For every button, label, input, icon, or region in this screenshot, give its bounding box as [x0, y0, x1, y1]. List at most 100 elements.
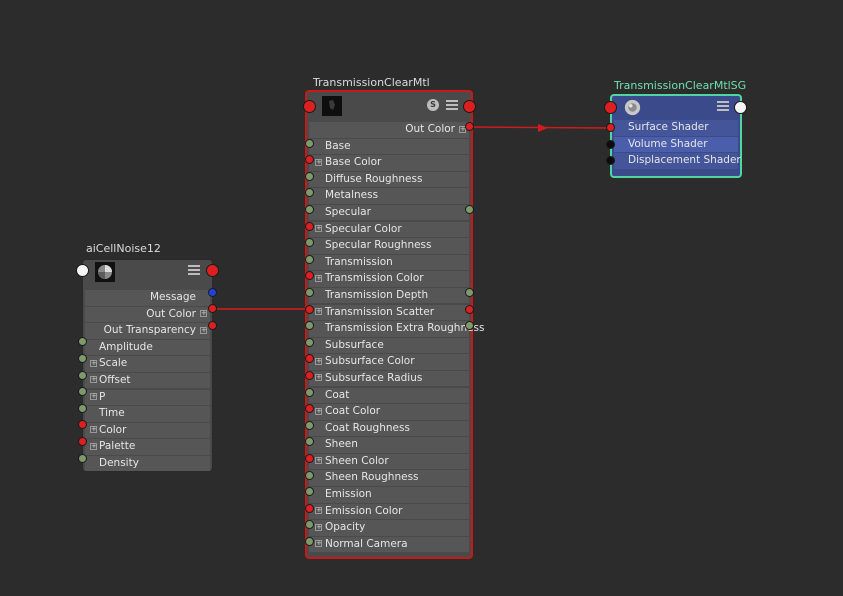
cellnoise-title[interactable]: aiCellNoise12: [86, 242, 161, 255]
material-port-transmission-depth[interactable]: [305, 288, 314, 297]
shading-group-port-surface-shader[interactable]: [606, 123, 615, 132]
material-input-specular-color[interactable]: Specular Color +: [309, 221, 469, 238]
cellnoise-port-scale[interactable]: [78, 353, 87, 363]
material-port-coat[interactable]: [305, 387, 314, 397]
material-port-diffuse-roughness[interactable]: [305, 171, 314, 181]
expand-plus-icon[interactable]: +: [315, 158, 322, 166]
material-port-sheen-roughness[interactable]: [305, 470, 314, 480]
material-input-coat[interactable]: Coat: [309, 387, 469, 403]
material-input-coat-roughness[interactable]: Coat Roughness: [309, 420, 469, 437]
attribute-menu-icon[interactable]: [717, 101, 729, 111]
material-port-base[interactable]: [305, 138, 314, 148]
material-port-specular[interactable]: [305, 205, 314, 214]
cellnoise-input-offset[interactable]: Offset +: [85, 372, 210, 389]
cellnoise-output-out-transparency[interactable]: Out Transparency +: [85, 323, 210, 339]
material-output-out-color[interactable]: Out Color +: [309, 122, 469, 138]
attribute-menu-icon[interactable]: [446, 100, 458, 110]
material-input-specular-roughness[interactable]: Specular Roughness: [309, 238, 469, 254]
material-out-port-transmission-depth[interactable]: [465, 288, 474, 297]
material-port-subsurface-radius[interactable]: [305, 371, 314, 380]
expand-plus-icon[interactable]: +: [315, 457, 322, 465]
material-input-metalness[interactable]: Metalness: [309, 188, 469, 204]
material-input-diffuse-roughness[interactable]: Diffuse Roughness: [309, 171, 469, 188]
cellnoise-input-density[interactable]: Density: [85, 455, 210, 472]
material-port-specular-color[interactable]: [305, 221, 314, 231]
material-port-normal-camera[interactable]: [305, 537, 314, 546]
shading-group-port-volume-shader[interactable]: [606, 139, 615, 149]
cellnoise-port-density[interactable]: [78, 453, 87, 463]
expand-plus-icon[interactable]: +: [315, 507, 322, 515]
material-input-transmission-extra-roughness[interactable]: Transmission Extra Roughness: [309, 321, 485, 337]
material-input-sheen-color[interactable]: Sheen Color +: [309, 453, 469, 470]
cellnoise-output-port[interactable]: [206, 264, 219, 277]
expand-plus-icon[interactable]: +: [90, 359, 97, 367]
material-input-subsurface-radius[interactable]: Subsurface Radius +: [309, 370, 469, 387]
material-input-port[interactable]: [303, 100, 316, 113]
material-input-emission-color[interactable]: Emission Color +: [309, 503, 469, 520]
material-input-transmission-color[interactable]: Transmission Color +: [309, 271, 469, 287]
shading-group-node[interactable]: Surface Shader Volume Shader Displacement …: [610, 94, 742, 178]
expand-plus-icon[interactable]: +: [315, 523, 322, 531]
cellnoise-input-amplitude[interactable]: Amplitude: [85, 339, 210, 356]
cellnoise-port-out-transparency[interactable]: [208, 320, 217, 330]
material-input-normal-camera[interactable]: Normal Camera +: [309, 536, 469, 553]
expand-plus-icon[interactable]: +: [315, 274, 322, 282]
cellnoise-port-time[interactable]: [78, 403, 87, 413]
attribute-menu-icon[interactable]: [188, 265, 200, 275]
material-input-transmission-depth[interactable]: Transmission Depth: [309, 287, 469, 304]
shading-group-input-volume-shader[interactable]: Volume Shader: [614, 136, 738, 153]
expand-plus-icon[interactable]: +: [315, 374, 322, 382]
expand-plus-icon[interactable]: +: [315, 225, 322, 233]
material-title[interactable]: TransmissionClearMtl: [313, 76, 430, 89]
expand-plus-icon[interactable]: +: [90, 376, 97, 384]
material-input-sheen[interactable]: Sheen: [309, 437, 469, 453]
material-input-base-color[interactable]: Base Color +: [309, 155, 469, 171]
cellnoise-output-out-color[interactable]: Out Color +: [85, 306, 210, 323]
material-out-port-transmission-scatter[interactable]: [465, 304, 474, 314]
expand-plus-icon[interactable]: +: [90, 442, 97, 450]
cellnoise-input-palette[interactable]: Palette +: [85, 439, 210, 455]
cellnoise-output-message[interactable]: Message: [85, 290, 210, 306]
expand-plus-icon[interactable]: +: [315, 407, 322, 415]
cellnoise-node[interactable]: Message Out Color + Out Transparency + Amplit…: [82, 259, 213, 472]
cellnoise-input-color[interactable]: Color +: [85, 422, 210, 439]
shading-group-output-port[interactable]: [734, 101, 747, 114]
material-port-transmission-scatter[interactable]: [305, 304, 314, 314]
material-node[interactable]: S Out Color + Base Base Color + Diffuse Rough…: [305, 90, 485, 559]
expand-plus-icon[interactable]: +: [200, 310, 207, 318]
cellnoise-input-port[interactable]: [76, 264, 89, 277]
material-port-out-color[interactable]: [465, 122, 474, 131]
cellnoise-port-offset[interactable]: [78, 370, 87, 380]
cellnoise-input-scale[interactable]: Scale +: [85, 356, 210, 372]
material-input-sheen-roughness[interactable]: Sheen Roughness: [309, 470, 469, 486]
material-input-subsurface-color[interactable]: Subsurface Color +: [309, 354, 469, 370]
expand-plus-icon[interactable]: +: [315, 308, 322, 316]
material-port-transmission[interactable]: [305, 254, 314, 264]
cellnoise-port-palette[interactable]: [78, 436, 87, 446]
shading-group-input-port[interactable]: [604, 101, 617, 114]
expand-plus-icon[interactable]: +: [90, 426, 97, 434]
material-port-subsurface[interactable]: [305, 337, 314, 347]
shading-group-input-surface-shader[interactable]: Surface Shader: [614, 120, 738, 136]
cellnoise-input-time[interactable]: Time: [85, 406, 210, 422]
material-input-transmission-scatter[interactable]: Transmission Scatter +: [309, 304, 469, 321]
shading-group-title[interactable]: TransmissionClearMtlSG: [614, 79, 746, 92]
material-input-opacity[interactable]: Opacity +: [309, 520, 469, 536]
material-port-coat-roughness[interactable]: [305, 420, 314, 430]
expand-plus-icon[interactable]: +: [90, 393, 97, 401]
material-port-sheen-color[interactable]: [305, 454, 314, 463]
expand-plus-icon[interactable]: +: [315, 540, 322, 548]
material-output-port[interactable]: [463, 100, 476, 113]
material-out-port-specular[interactable]: [465, 205, 474, 214]
material-input-specular[interactable]: Specular: [309, 204, 469, 221]
material-input-coat-color[interactable]: Coat Color +: [309, 404, 469, 420]
cellnoise-port-out-color[interactable]: [208, 304, 217, 314]
material-input-subsurface[interactable]: Subsurface: [309, 337, 469, 354]
material-input-transmission[interactable]: Transmission: [309, 254, 469, 271]
cellnoise-port-message[interactable]: [208, 287, 217, 297]
shading-group-input-displacement-shader[interactable]: Displacement Shader: [614, 153, 741, 169]
cellnoise-input-p[interactable]: P +: [85, 389, 210, 406]
material-input-emission[interactable]: Emission: [309, 487, 469, 503]
expand-plus-icon[interactable]: +: [315, 357, 322, 365]
material-port-emission-color[interactable]: [305, 503, 314, 513]
